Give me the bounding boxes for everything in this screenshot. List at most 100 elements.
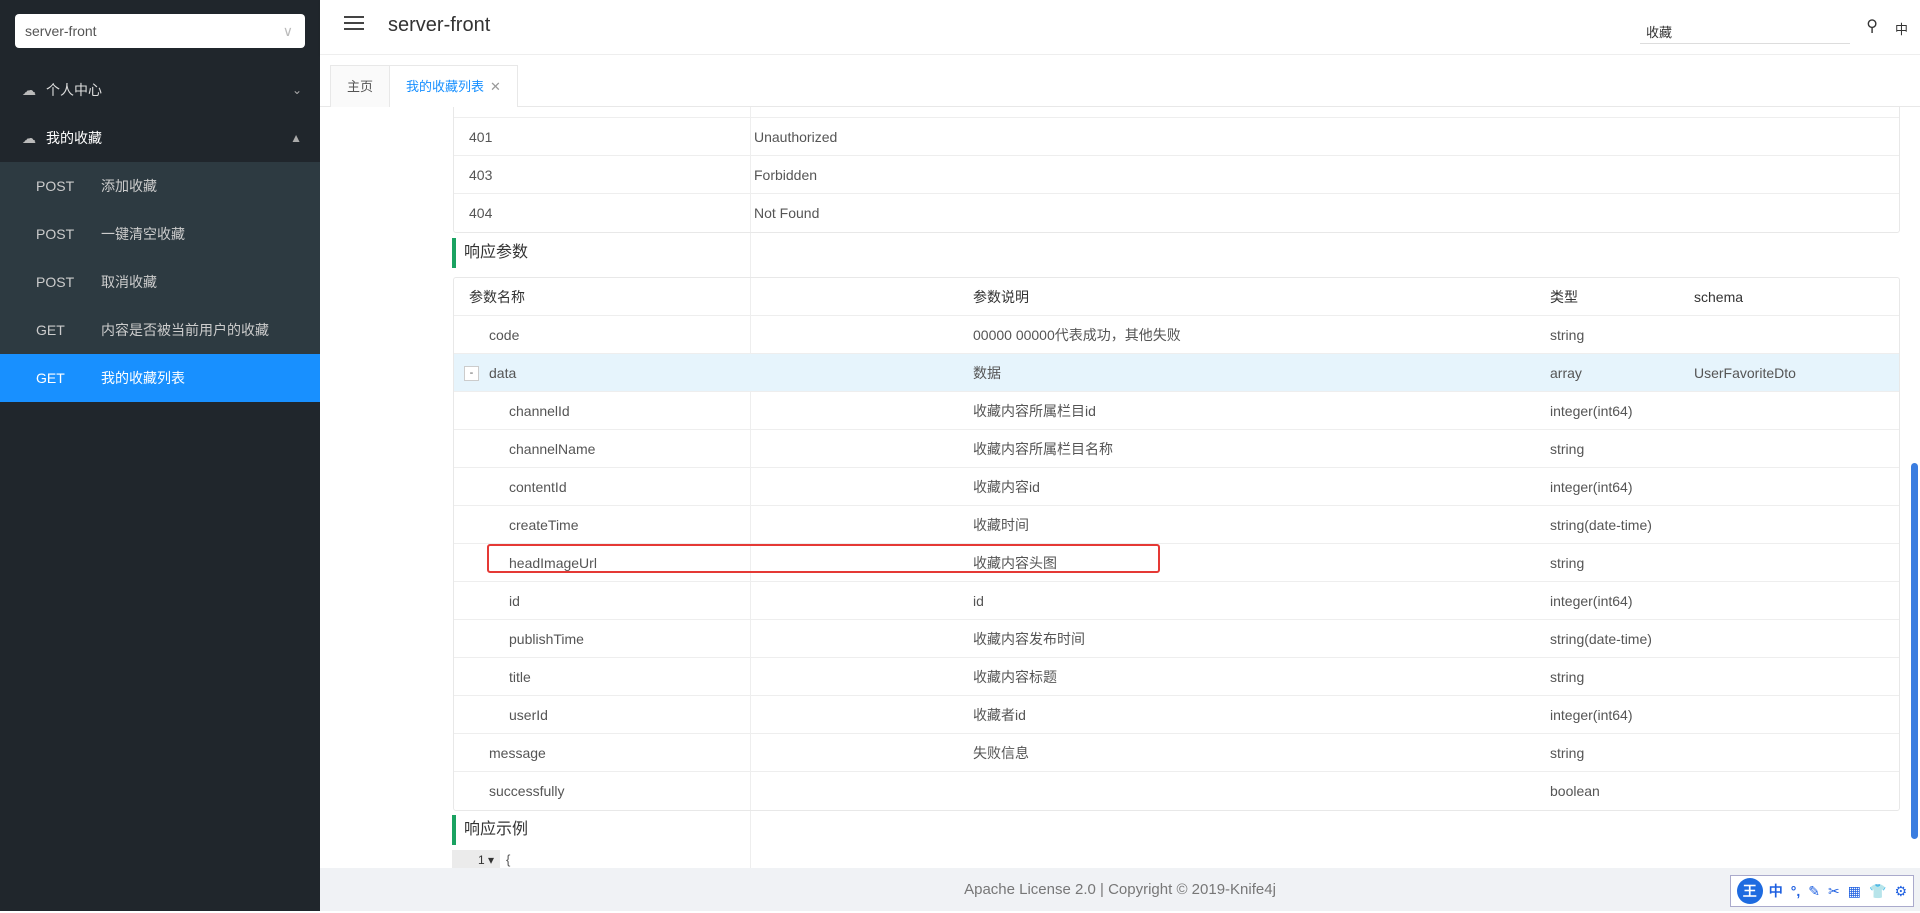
code-editor[interactable]: 1 ▾{ [452, 850, 1852, 868]
cell-desc: id [973, 593, 984, 609]
table-row: successfully boolean [454, 772, 1899, 810]
method: POST [36, 226, 75, 242]
scrollbar[interactable] [1911, 463, 1918, 839]
page-title: server-front [388, 14, 491, 36]
highlight-box [487, 544, 1160, 573]
group-label: 我的收藏 [46, 130, 102, 146]
cell-type: integer(int64) [1550, 403, 1633, 419]
cell-type: string(date-time) [1550, 631, 1652, 647]
method: GET [36, 370, 65, 386]
table-row: title 收藏内容标题 string [454, 658, 1899, 696]
chevron-down-icon: ∨ [282, 23, 293, 39]
table-row: contentId 收藏内容id integer(int64) [454, 468, 1899, 506]
ime-tool-icon[interactable]: ✎ [1808, 870, 1820, 913]
search-icon[interactable]: ⚲ [1866, 16, 1878, 36]
cell-name: successfully [489, 783, 565, 799]
table-row: message 失败信息 string [454, 734, 1899, 772]
cell-type: integer(int64) [1550, 479, 1633, 495]
sidebar-item-clear-favorites[interactable]: POST 一键清空收藏 [0, 210, 320, 258]
cell-type: string [1550, 441, 1585, 457]
cell-desc: 数据 [973, 365, 1001, 381]
cell-type: integer(int64) [1550, 707, 1633, 723]
search-input[interactable]: 收藏 [1640, 14, 1850, 44]
cell-type: string(date-time) [1550, 517, 1652, 533]
table-row: createTime 收藏时间 string(date-time) [454, 506, 1899, 544]
project-select-value: server-front [25, 23, 97, 39]
method: POST [36, 178, 75, 194]
table-row: publishTime 收藏内容发布时间 string(date-time) [454, 620, 1899, 658]
line-number: 1 ▾ [452, 850, 500, 868]
tab-label: 主页 [347, 79, 374, 94]
cell-desc: 收藏者id [973, 707, 1026, 723]
label: 内容是否被当前用户的收藏 [101, 322, 269, 338]
chevron-up-icon: ▲ [290, 131, 302, 145]
footer-text: Apache License 2.0 | Copyright © 2019-Kn… [964, 881, 1276, 898]
ime-tool-icon[interactable]: 👕 [1869, 870, 1886, 913]
sidebar-item-is-favorite[interactable]: GET 内容是否被当前用户的收藏 [0, 306, 320, 354]
cell-desc: 收藏内容标题 [973, 669, 1057, 685]
cell-type: integer(int64) [1550, 593, 1633, 609]
sidebar: server-front ∨ ☁ 个人中心 ⌄ ☁ 我的收藏 ▲ POST 添加收藏 POS… [0, 0, 320, 911]
cell-name: contentId [509, 479, 567, 495]
cell-name: userId [509, 707, 548, 723]
cell-desc: 00000 00000代表成功，其他失败 [973, 327, 1181, 343]
sidebar-group-favorites[interactable]: ☁ 我的收藏 ▲ [0, 114, 320, 162]
ime-tool-icon[interactable]: 中 [1769, 870, 1783, 913]
table-row: channelName 收藏内容所属栏目名称 string [454, 430, 1899, 468]
tab-label: 我的收藏列表 [406, 79, 485, 94]
cell-name: message [489, 745, 546, 761]
method: GET [36, 322, 65, 338]
sidebar-item-cancel-favorite[interactable]: POST 取消收藏 [0, 258, 320, 306]
group-label: 个人中心 [46, 82, 102, 98]
label: 一键清空收藏 [101, 226, 185, 242]
table-row: 401 Unauthorized [454, 118, 1899, 156]
cell-name: code [489, 327, 520, 343]
language-toggle[interactable]: 中 [1895, 19, 1908, 38]
cell-name: createTime [509, 517, 579, 533]
table-row: 403 Forbidden [454, 156, 1899, 194]
cell-type: boolean [1550, 783, 1600, 799]
ime-tool-icon[interactable]: ✂ [1828, 870, 1840, 913]
cell-desc: 收藏内容所属栏目id [973, 403, 1096, 419]
cell-desc: 收藏内容所属栏目名称 [973, 441, 1113, 457]
menu-fold-icon[interactable] [344, 16, 364, 34]
cell-name: title [509, 669, 531, 685]
section-title-response: 响应参数 [452, 238, 528, 268]
cell-desc: 失败信息 [973, 745, 1029, 761]
sidebar-item-add-favorite[interactable]: POST 添加收藏 [0, 162, 320, 210]
cell-desc: 收藏内容发布时间 [973, 631, 1085, 647]
cell-schema: UserFavoriteDto [1694, 365, 1796, 381]
table-row: id id integer(int64) [454, 582, 1899, 620]
cell-desc: 收藏内容id [973, 479, 1040, 495]
tab-bar: 主页 我的收藏列表 ✕ [320, 55, 1920, 107]
section-title-example: 响应示例 [452, 815, 528, 845]
project-select[interactable]: server-front ∨ [15, 14, 305, 48]
footer: Apache License 2.0 | Copyright © 2019-Kn… [320, 868, 1920, 911]
close-icon[interactable]: ✕ [490, 79, 501, 94]
ime-logo: 王 [1736, 878, 1763, 904]
table-row: - data 数据 array UserFavoriteDto [454, 354, 1899, 392]
cell-name: id [509, 593, 520, 609]
table-row: channelId 收藏内容所属栏目id integer(int64) [454, 392, 1899, 430]
cell-name: channelId [509, 403, 570, 419]
cell-type: string [1550, 745, 1585, 761]
sidebar-submenu: POST 添加收藏 POST 一键清空收藏 POST 取消收藏 GET 内容是否被当前用… [0, 162, 320, 402]
main-content: 401 Unauthorized 403 Forbidden 404 Not Foun… [320, 107, 1920, 868]
cell-type: string [1550, 555, 1585, 571]
cell-name: publishTime [509, 631, 584, 647]
tab-home[interactable]: 主页 [330, 65, 391, 107]
table-row: code 00000 00000代表成功，其他失败 string [454, 316, 1899, 354]
ime-tool-icon[interactable]: ▦ [1848, 870, 1861, 913]
sidebar-group-personal[interactable]: ☁ 个人中心 ⌄ [0, 66, 320, 114]
cloud-icon: ☁ [22, 82, 36, 98]
cell-type: array [1550, 365, 1582, 381]
label: 我的收藏列表 [101, 370, 185, 386]
ime-toolbar[interactable]: 王中 °, ✎ ✂ ▦ 👕 ⚙ [1729, 875, 1914, 907]
ime-tool-icon[interactable]: °, [1791, 870, 1801, 913]
chevron-down-icon: ⌄ [291, 83, 302, 97]
collapse-toggle[interactable]: - [464, 366, 479, 381]
sidebar-item-favorite-list[interactable]: GET 我的收藏列表 [0, 354, 320, 402]
tab-favorite-list[interactable]: 我的收藏列表 ✕ [389, 65, 518, 107]
table-row: userId 收藏者id integer(int64) [454, 696, 1899, 734]
ime-tool-icon[interactable]: ⚙ [1894, 870, 1907, 913]
